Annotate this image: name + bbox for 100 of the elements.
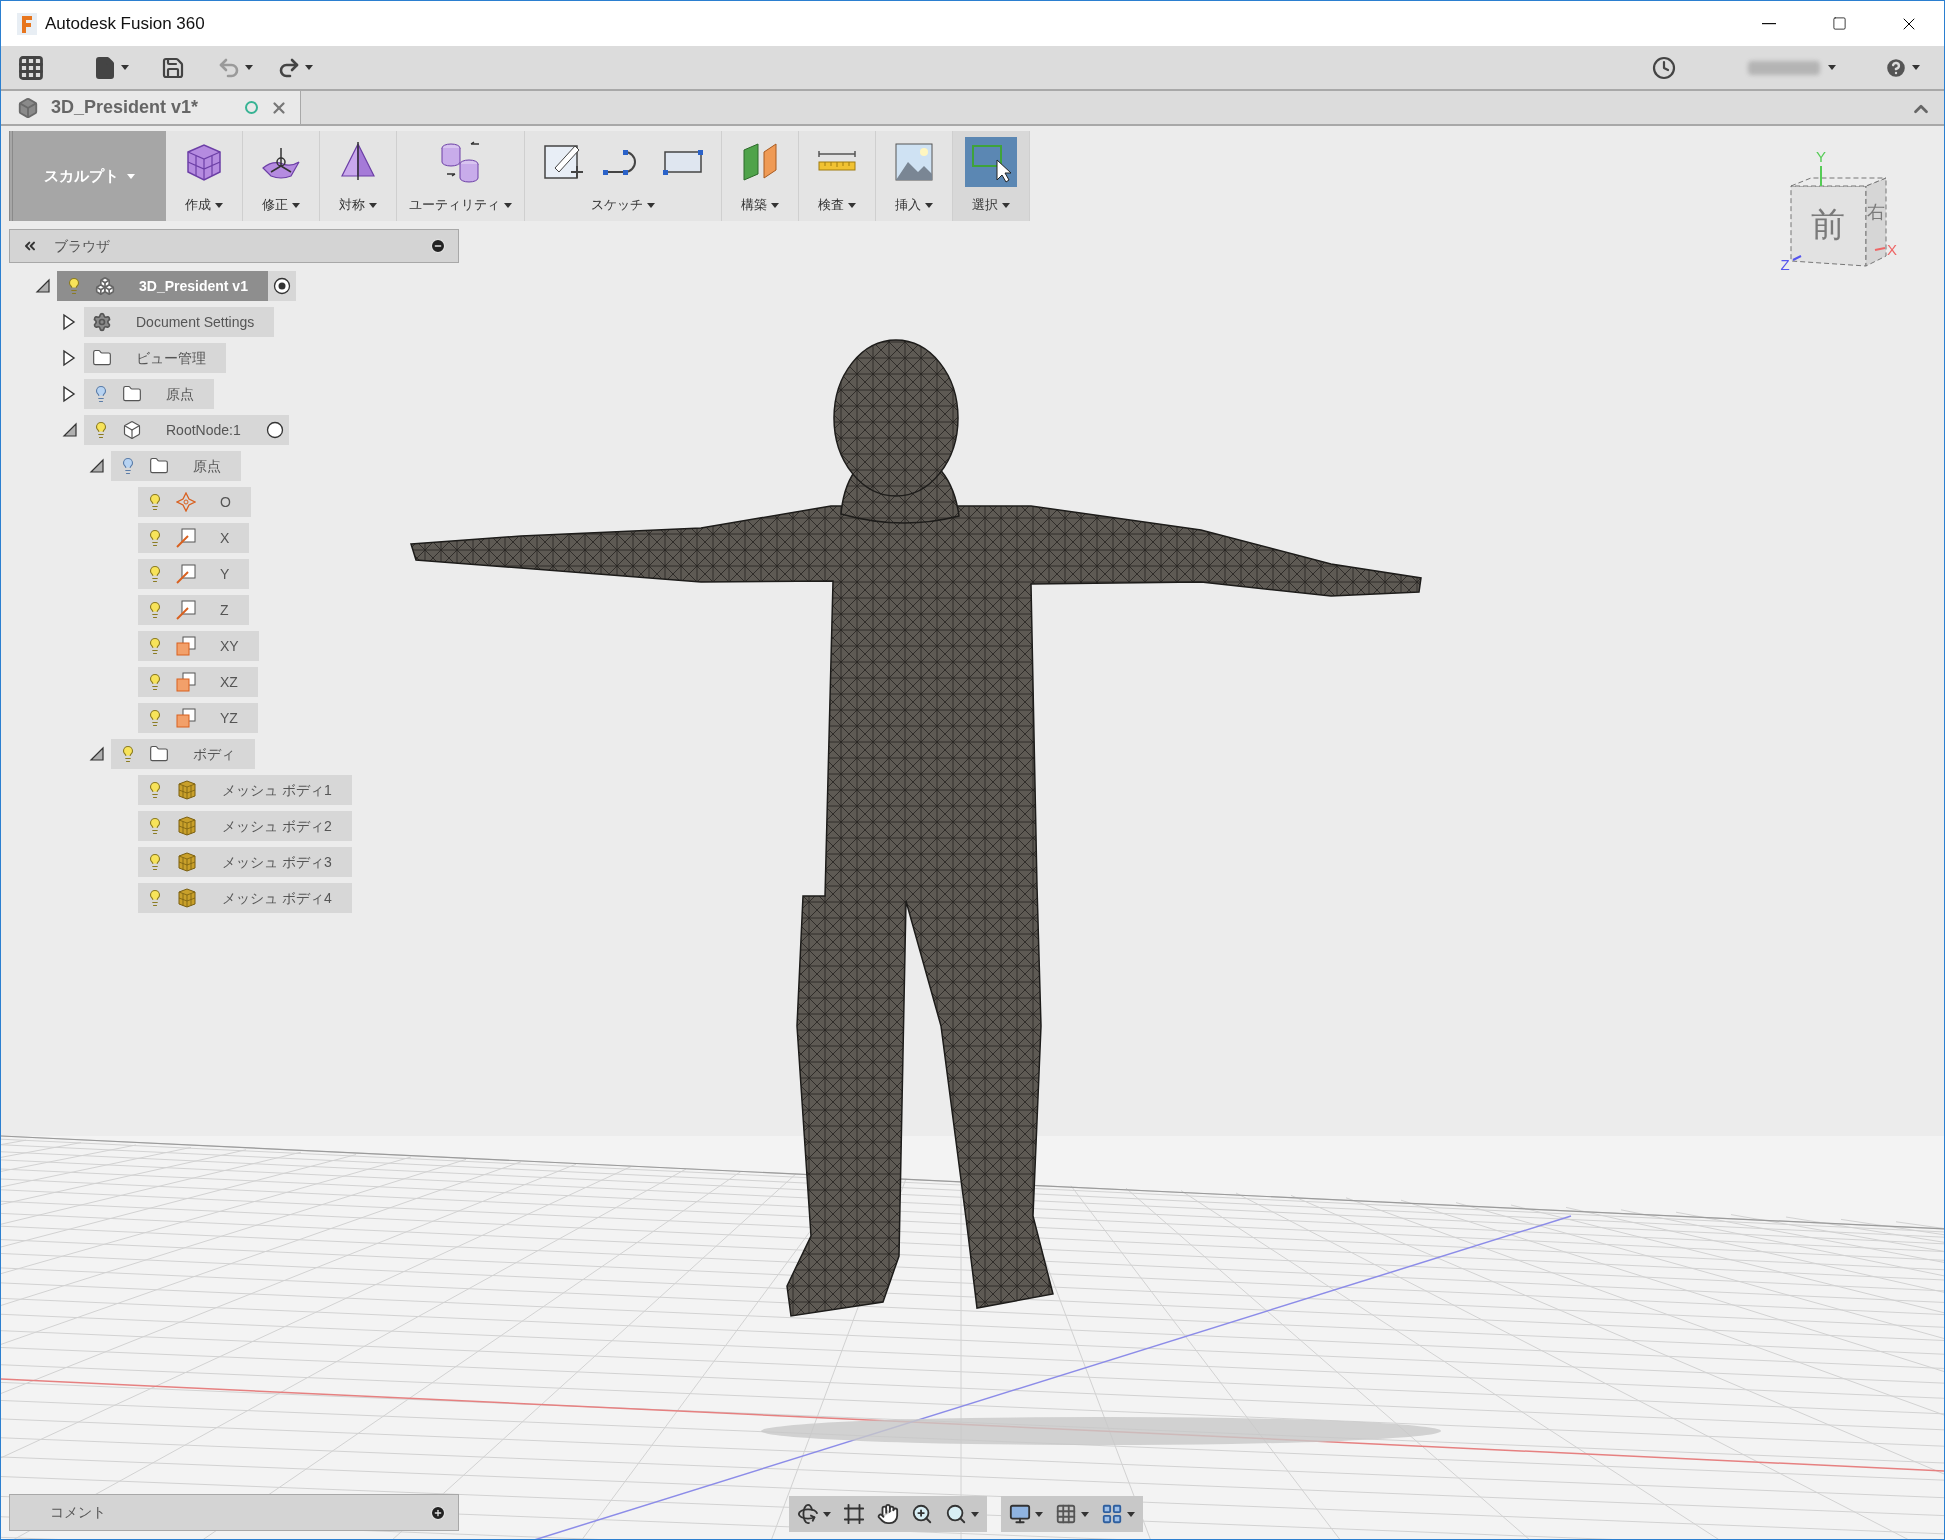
minimize-panel-icon[interactable] <box>430 238 446 254</box>
activation-radio-icon[interactable] <box>272 277 291 295</box>
viewports-button[interactable] <box>1101 1503 1135 1525</box>
folder-icon <box>149 456 169 476</box>
expand-triangle-icon[interactable] <box>62 385 76 403</box>
tree-item[interactable]: 3D_President v1 <box>57 271 268 301</box>
orbit-button[interactable] <box>797 1503 831 1525</box>
activation-radio-icon[interactable] <box>265 421 284 439</box>
tree-item[interactable]: Z <box>138 595 249 625</box>
tree-item[interactable]: X <box>138 523 250 553</box>
tree-item[interactable]: Document Settings <box>84 307 275 337</box>
mesh-body-icon <box>176 851 198 873</box>
tree-item-label: O <box>219 492 232 512</box>
browser-title: ブラウザ <box>54 236 110 256</box>
job-status-button[interactable] <box>1652 55 1676 80</box>
collapse-triangle-icon[interactable] <box>89 746 105 762</box>
apps-button[interactable] <box>17 53 45 82</box>
tree-item[interactable]: RootNode:1 <box>84 415 261 445</box>
caret-icon <box>369 202 377 208</box>
tree-item-label: RootNode:1 <box>165 420 242 440</box>
fit-button[interactable] <box>945 1503 979 1525</box>
sync-status-icon <box>245 101 258 114</box>
toolbar-group[interactable]: 作成 <box>166 131 243 221</box>
tree-item[interactable]: 原点 <box>84 379 214 409</box>
caret-icon <box>305 65 313 70</box>
y-axis-line <box>1820 165 1822 187</box>
save-button[interactable] <box>161 55 185 80</box>
tree-item[interactable]: XZ <box>138 667 258 697</box>
toolbar-group[interactable]: 検査 <box>799 131 876 221</box>
toolbar-group[interactable]: 選択 <box>953 131 1030 221</box>
caret-icon <box>292 202 300 208</box>
tree-item[interactable]: メッシュ ボディ3 <box>138 847 352 877</box>
tree-item-label: 原点 <box>192 456 222 476</box>
plane-icon <box>176 636 196 656</box>
cube-face-label: 前 <box>1811 205 1845 243</box>
toolbar-group[interactable]: 対称 <box>320 131 397 221</box>
document-title: 3D_President v1* <box>51 96 199 119</box>
zoom-button[interactable] <box>911 1503 933 1525</box>
file-button[interactable] <box>93 55 129 80</box>
collapse-triangle-icon[interactable] <box>89 458 105 474</box>
tree-item-label: Document Settings <box>135 312 256 332</box>
z-axis-line <box>1792 255 1802 261</box>
tree-item[interactable]: メッシュ ボディ4 <box>138 883 352 913</box>
caret-icon <box>245 65 253 70</box>
tree-item[interactable]: メッシュ ボディ2 <box>138 811 352 841</box>
tree-item[interactable]: XY <box>138 631 259 661</box>
hand-icon <box>877 1503 899 1525</box>
plane-icon <box>176 672 196 692</box>
toolbar-group[interactable]: 挿入 <box>876 131 953 221</box>
toolbar-group[interactable]: ユーティリティ <box>397 131 525 221</box>
tree-item[interactable]: ビュー管理 <box>84 343 226 373</box>
viewports-icon <box>1101 1503 1123 1525</box>
monitor-icon <box>1009 1503 1031 1525</box>
collapse-triangle-icon[interactable] <box>62 422 78 438</box>
expand-triangle-icon[interactable] <box>62 349 76 367</box>
axis-label: X <box>1887 241 1897 258</box>
toolbar-group-label: 挿入 <box>895 196 921 215</box>
tree-item-label: メッシュ ボディ3 <box>221 852 333 872</box>
tree-item[interactable]: ボディ <box>111 739 255 769</box>
tree-item-label: 原点 <box>165 384 195 404</box>
toolbar-group-label: 構築 <box>741 196 767 215</box>
caret-icon <box>1081 1511 1089 1517</box>
plane-icon <box>176 708 196 728</box>
save-icon <box>161 55 185 80</box>
tree-item[interactable]: YZ <box>138 703 258 733</box>
tree-item[interactable]: メッシュ ボディ1 <box>138 775 352 805</box>
tree-item-label: XY <box>219 636 240 656</box>
window-title: Autodesk Fusion 360 <box>45 12 205 35</box>
clock-icon <box>1652 55 1676 80</box>
display-settings-button[interactable] <box>1009 1503 1043 1525</box>
toolbar-group[interactable]: 構築 <box>722 131 799 221</box>
tree-item[interactable]: O <box>138 487 251 517</box>
collapse-triangle-icon[interactable] <box>35 278 51 294</box>
document-tab[interactable]: 3D_President v1* <box>1 91 301 124</box>
activation-area[interactable] <box>260 415 289 445</box>
caret-icon <box>504 202 512 208</box>
pan-button[interactable] <box>877 1503 899 1525</box>
origin-point-icon <box>176 492 196 512</box>
view-cube[interactable] <box>1790 177 1887 267</box>
toolbar-group[interactable]: 修正 <box>243 131 320 221</box>
tree-item-label: Z <box>219 600 230 620</box>
caret-icon <box>771 202 779 208</box>
axis-label: Y <box>1816 148 1826 165</box>
search-icon <box>945 1503 967 1525</box>
caret-icon <box>121 65 129 70</box>
folder-icon <box>122 384 142 404</box>
tree-item[interactable]: 原点 <box>111 451 241 481</box>
toolbar-group[interactable]: スケッチ <box>525 131 722 221</box>
zoom-icon <box>911 1503 933 1525</box>
grid-settings-button[interactable] <box>1055 1503 1089 1525</box>
mesh-body-icon <box>176 815 198 837</box>
gear-icon <box>92 312 112 332</box>
axis-icon <box>176 564 196 584</box>
tree-item[interactable]: Y <box>138 559 250 589</box>
tree-item-label: Y <box>219 564 231 584</box>
expand-panel-icon[interactable] <box>430 1504 446 1521</box>
tree-item-label: ビュー管理 <box>135 348 207 368</box>
activation-area[interactable] <box>267 271 296 301</box>
expand-triangle-icon[interactable] <box>62 313 76 331</box>
grid-icon <box>1055 1503 1077 1525</box>
